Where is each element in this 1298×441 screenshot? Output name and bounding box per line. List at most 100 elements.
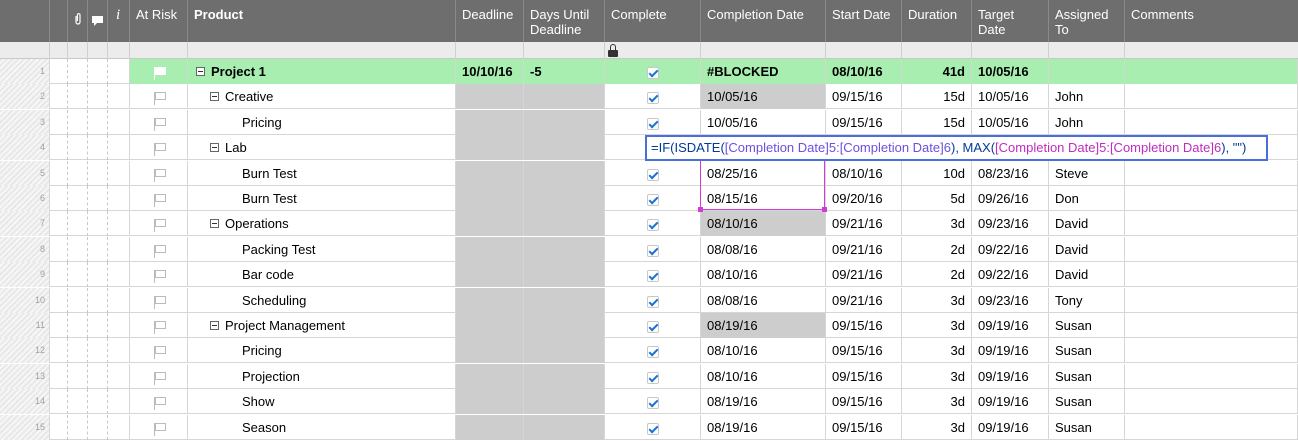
start-date-cell[interactable]: 08/10/16	[826, 59, 902, 84]
row-cell-attachment[interactable]	[68, 415, 88, 440]
target-date-cell[interactable]: 08/23/16	[972, 161, 1049, 186]
row-cell-comment[interactable]	[88, 211, 108, 236]
header-complete[interactable]: Complete	[605, 0, 701, 42]
days-until-cell[interactable]	[524, 415, 605, 440]
row-cell-comment[interactable]	[88, 415, 108, 440]
product-cell[interactable]: Bar code	[188, 262, 456, 287]
duration-cell[interactable]: 3d	[902, 415, 972, 440]
paperclip-icon[interactable]	[68, 0, 88, 42]
comments-cell[interactable]	[1125, 364, 1298, 389]
days-until-cell[interactable]	[524, 262, 605, 287]
deadline-cell[interactable]	[456, 161, 524, 186]
row-cell-attachment[interactable]	[68, 59, 88, 84]
start-date-cell[interactable]: 09/15/16	[826, 389, 902, 414]
days-until-cell[interactable]	[524, 161, 605, 186]
duration-cell[interactable]: 15d	[902, 84, 972, 109]
at-risk-cell[interactable]	[130, 338, 188, 363]
deadline-cell[interactable]	[456, 415, 524, 440]
days-until-cell[interactable]	[524, 186, 605, 211]
comments-cell[interactable]	[1125, 389, 1298, 414]
deadline-cell[interactable]	[456, 186, 524, 211]
duration-cell[interactable]: 41d	[902, 59, 972, 84]
complete-cell[interactable]	[605, 161, 701, 186]
completion-date-cell[interactable]: 08/08/16	[701, 237, 826, 262]
comments-cell[interactable]	[1125, 211, 1298, 236]
duration-cell[interactable]: 10d	[902, 161, 972, 186]
flag-icon[interactable]	[153, 345, 166, 359]
row-cell-blank[interactable]	[50, 288, 68, 313]
flag-icon[interactable]	[153, 168, 166, 182]
table-row[interactable]: 10 Scheduling 08/08/16 09/21/16 3d 09/23/16 To…	[0, 288, 1298, 313]
row-cell-comment[interactable]	[88, 313, 108, 338]
product-cell[interactable]: Project Management	[188, 313, 456, 338]
complete-cell[interactable]	[605, 415, 701, 440]
header-at-risk[interactable]: At Risk	[130, 0, 188, 42]
row-cell-blank[interactable]	[50, 84, 68, 109]
row-cell-info[interactable]	[108, 110, 130, 135]
comments-cell[interactable]	[1125, 110, 1298, 135]
start-date-cell[interactable]: 09/21/16	[826, 211, 902, 236]
at-risk-cell[interactable]	[130, 262, 188, 287]
start-date-cell[interactable]: 09/15/16	[826, 415, 902, 440]
duration-cell[interactable]: 3d	[902, 389, 972, 414]
header-target-date[interactable]: Target Date	[972, 0, 1049, 42]
complete-cell[interactable]	[605, 59, 701, 84]
table-row[interactable]: 7 Operations 08/10/16 09/21/16 3d 09/23/16 Dav…	[0, 211, 1298, 236]
target-date-cell[interactable]: 09/19/16	[972, 338, 1049, 363]
target-date-cell[interactable]: 10/05/16	[972, 110, 1049, 135]
target-date-cell[interactable]: 10/05/16	[972, 84, 1049, 109]
days-until-cell[interactable]	[524, 211, 605, 236]
row-cell-comment[interactable]	[88, 161, 108, 186]
row-cell-comment[interactable]	[88, 288, 108, 313]
header-duration[interactable]: Duration	[902, 0, 972, 42]
completion-date-cell[interactable]: 08/10/16	[701, 364, 826, 389]
row-cell-blank[interactable]	[50, 338, 68, 363]
deadline-cell[interactable]	[456, 364, 524, 389]
completion-date-cell[interactable]: 08/10/16	[701, 262, 826, 287]
row-cell-info[interactable]	[108, 262, 130, 287]
product-cell[interactable]: Show	[188, 389, 456, 414]
table-row[interactable]: 2 Creative 10/05/16 09/15/16 15d 10/05/16 John	[0, 84, 1298, 109]
complete-cell[interactable]	[605, 237, 701, 262]
header-comments[interactable]: Comments	[1125, 0, 1298, 42]
product-cell[interactable]: Pricing	[188, 110, 456, 135]
checkbox-icon[interactable]	[646, 218, 659, 231]
at-risk-cell[interactable]	[130, 415, 188, 440]
row-cell-blank[interactable]	[50, 59, 68, 84]
at-risk-cell[interactable]	[130, 110, 188, 135]
product-cell[interactable]: Projection	[188, 364, 456, 389]
assigned-to-cell[interactable]: Susan	[1049, 338, 1125, 363]
row-cell-comment[interactable]	[88, 135, 108, 160]
header-deadline[interactable]: Deadline	[456, 0, 524, 42]
collapse-toggle-icon[interactable]	[196, 67, 205, 77]
row-cell-blank[interactable]	[50, 110, 68, 135]
lock-icon[interactable]	[608, 44, 618, 57]
row-cell-attachment[interactable]	[68, 211, 88, 236]
checkbox-icon[interactable]	[646, 168, 659, 181]
flag-icon[interactable]	[153, 295, 166, 309]
flag-icon[interactable]	[153, 371, 166, 385]
target-date-cell[interactable]: 09/22/16	[972, 262, 1049, 287]
checkbox-icon[interactable]	[646, 193, 659, 206]
table-row[interactable]: 6 Burn Test 08/15/16 09/20/16 5d 09/26/16 Don	[0, 186, 1298, 211]
table-row[interactable]: 8 Packing Test 08/08/16 09/21/16 2d 09/22/16 D…	[0, 237, 1298, 262]
at-risk-cell[interactable]	[130, 186, 188, 211]
assigned-to-cell[interactable]: Susan	[1049, 415, 1125, 440]
completion-date-cell[interactable]: 08/10/16	[701, 211, 826, 236]
row-cell-comment[interactable]	[88, 237, 108, 262]
checkbox-icon[interactable]	[646, 269, 659, 282]
assigned-to-cell[interactable]: Steve	[1049, 161, 1125, 186]
row-cell-attachment[interactable]	[68, 389, 88, 414]
checkbox-icon[interactable]	[646, 91, 659, 104]
comments-cell[interactable]	[1125, 415, 1298, 440]
duration-cell[interactable]: 2d	[902, 262, 972, 287]
days-until-cell[interactable]	[524, 84, 605, 109]
start-date-cell[interactable]: 09/20/16	[826, 186, 902, 211]
deadline-cell[interactable]	[456, 389, 524, 414]
assigned-to-cell[interactable]: John	[1049, 84, 1125, 109]
collapse-toggle-icon[interactable]	[210, 143, 219, 153]
comments-cell[interactable]	[1125, 237, 1298, 262]
at-risk-cell[interactable]	[130, 135, 188, 160]
comments-cell[interactable]	[1125, 288, 1298, 313]
product-cell[interactable]: Season	[188, 415, 456, 440]
